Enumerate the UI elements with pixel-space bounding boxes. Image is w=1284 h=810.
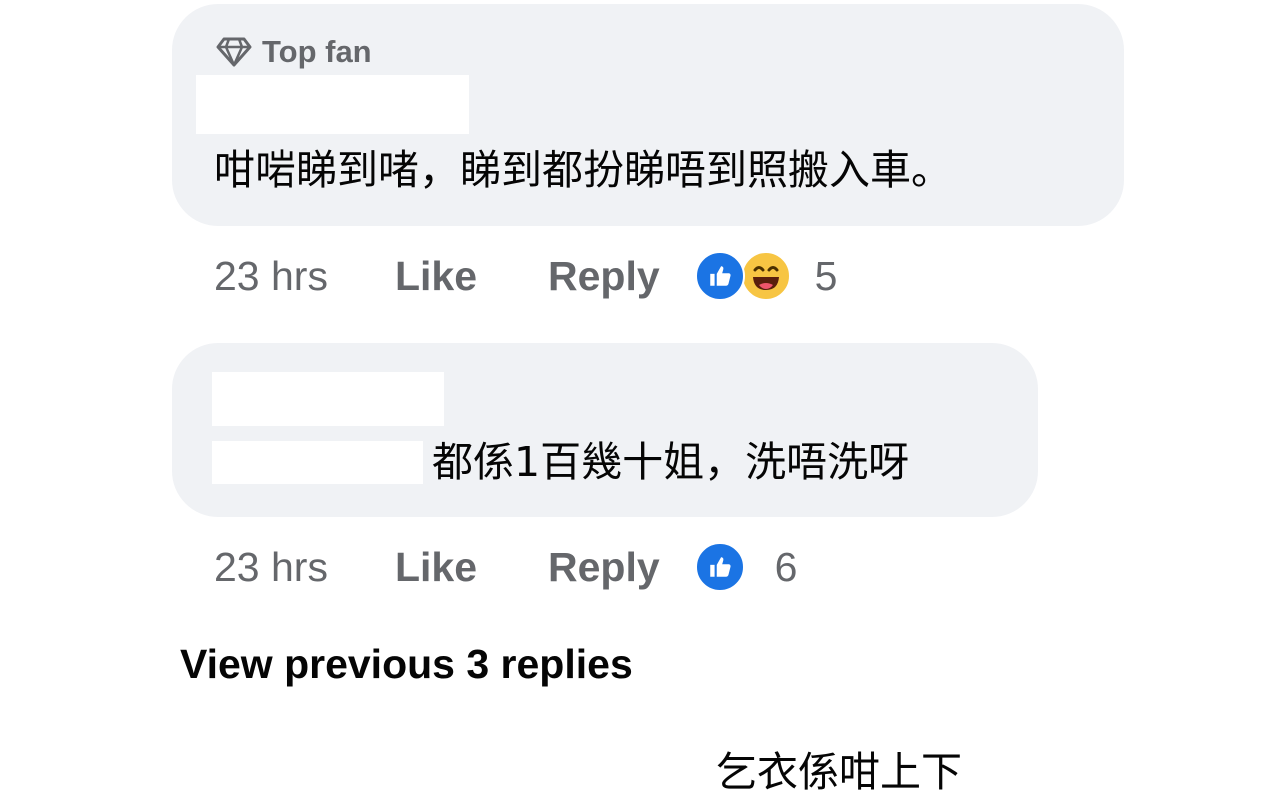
haha-icon (740, 251, 791, 301)
diamond-icon (216, 37, 252, 67)
like-button[interactable]: Like (395, 544, 477, 591)
comment-actions: 23 hrs Like Reply 6 (214, 542, 798, 592)
badge-label: Top fan (262, 34, 372, 69)
reactions-summary[interactable] (694, 542, 745, 592)
comment-text: 咁啱睇到啫，睇到都扮睇唔到照搬入車。 (214, 146, 952, 194)
reply-button[interactable]: Reply (548, 253, 660, 300)
comment-actions: 23 hrs Like Reply 5 (214, 251, 838, 301)
view-previous-replies-link[interactable]: View previous 3 replies (180, 641, 633, 688)
author-name-redacted (196, 728, 232, 732)
mention-redacted (212, 441, 423, 484)
comment-timestamp[interactable]: 23 hrs (214, 544, 328, 591)
thumbs-up-icon (694, 542, 745, 592)
comment-timestamp[interactable]: 23 hrs (214, 253, 328, 300)
top-fan-badge: Top fan (216, 34, 372, 70)
author-name-redacted (212, 372, 444, 426)
thumbs-up-icon (694, 251, 745, 301)
reactions-summary[interactable] (694, 251, 791, 301)
author-name-redacted (196, 75, 469, 134)
comment-text: 乞衣係咁上下 (716, 748, 962, 796)
comment-bubble (172, 343, 1038, 517)
like-button[interactable]: Like (395, 253, 477, 300)
reaction-count[interactable]: 5 (815, 253, 838, 300)
reaction-count[interactable]: 6 (775, 544, 798, 591)
reply-button[interactable]: Reply (548, 544, 660, 591)
comment-text: 都係1百幾十姐，洗唔洗呀 (432, 438, 910, 486)
